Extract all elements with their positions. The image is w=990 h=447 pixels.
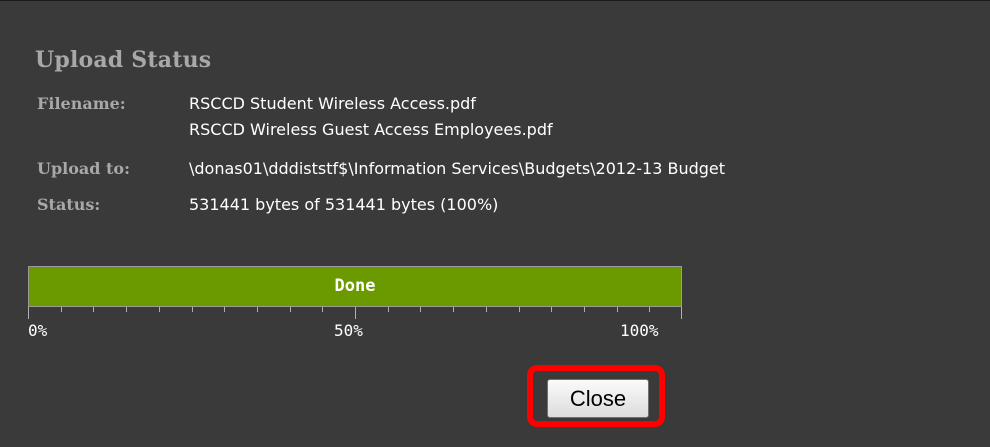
- upload-status-dialog: Upload Status Filename: RSCCD Student Wi…: [0, 0, 990, 447]
- scale-minor-tick: [93, 307, 94, 312]
- upload-progress-bar: Done: [28, 266, 682, 307]
- scale-label-100: 100%: [620, 321, 659, 340]
- upload-to-label: Upload to:: [37, 159, 130, 178]
- filename-value-1: RSCCD Student Wireless Access.pdf: [189, 94, 476, 113]
- scale-minor-tick: [224, 307, 225, 312]
- scale-minor-tick: [388, 307, 389, 312]
- filename-value-2: RSCCD Wireless Guest Access Employees.pd…: [189, 120, 553, 139]
- scale-minor-tick: [551, 307, 552, 312]
- scale-minor-tick: [61, 307, 62, 312]
- filename-label: Filename:: [37, 94, 126, 113]
- scale-minor-tick: [159, 307, 160, 312]
- status-value: 531441 bytes of 531441 bytes (100%): [189, 195, 499, 214]
- scale-minor-tick: [584, 307, 585, 312]
- scale-minor-tick: [257, 307, 258, 312]
- scale-minor-tick: [290, 307, 291, 312]
- scale-minor-tick: [420, 307, 421, 312]
- upload-to-path: \donas01\dddiststf$\Information Services…: [189, 159, 726, 178]
- scale-label-0: 0%: [28, 321, 48, 340]
- scale-minor-tick: [519, 307, 520, 312]
- status-label: Status:: [37, 195, 101, 214]
- scale-minor-tick: [192, 307, 193, 312]
- scale-minor-tick: [486, 307, 487, 312]
- scale-minor-tick: [126, 307, 127, 312]
- progress-scale: [28, 307, 682, 319]
- dialog-title: Upload Status: [35, 47, 212, 73]
- scale-major-tick: [681, 307, 682, 319]
- scale-minor-tick: [322, 307, 323, 312]
- scale-label-50: 50%: [334, 321, 363, 340]
- scale-minor-tick: [649, 307, 650, 312]
- scale-major-tick: [355, 307, 356, 319]
- scale-minor-tick: [617, 307, 618, 312]
- close-button[interactable]: Close: [547, 379, 649, 418]
- scale-minor-tick: [453, 307, 454, 312]
- scale-major-tick: [28, 307, 29, 319]
- progress-text: Done: [334, 276, 376, 296]
